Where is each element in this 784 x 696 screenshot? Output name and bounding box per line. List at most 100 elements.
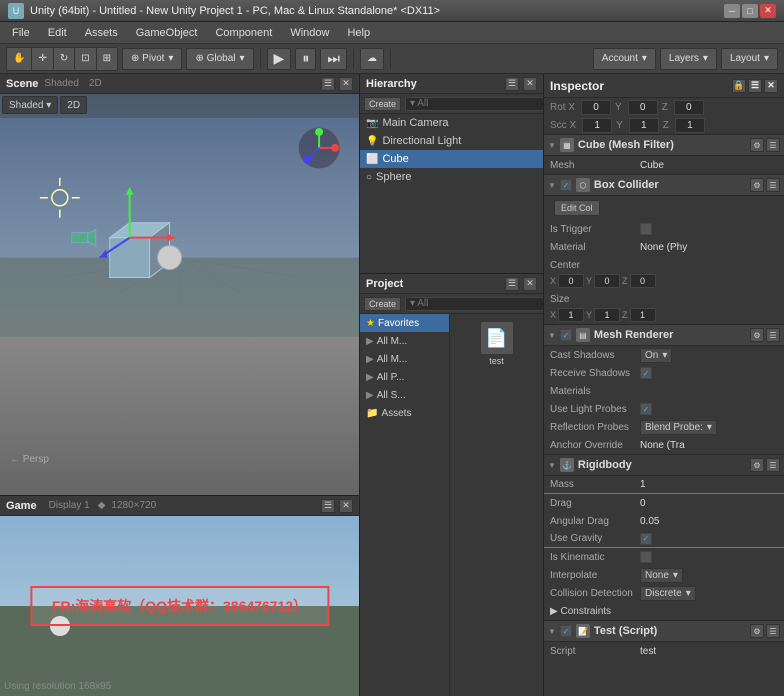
scene-2d[interactable]: 2D <box>89 78 102 89</box>
project-folder-all-scripts[interactable]: ▶ All S... <box>360 386 449 404</box>
box-collider-header[interactable]: ▼ ✓ ⬡ Box Collider ⚙ ☰ <box>544 174 784 196</box>
scc-x-value[interactable]: 1 <box>582 118 612 133</box>
account-dropdown[interactable]: Account ▾ <box>593 48 656 70</box>
inspector-menu-button[interactable]: ☰ <box>748 79 762 93</box>
hierarchy-item-directional-light[interactable]: 💡 Directional Light <box>360 132 543 150</box>
project-folder-all-materials[interactable]: ▶ All M... <box>360 332 449 350</box>
inspector-lock-button[interactable]: 🔒 <box>732 79 746 93</box>
edit-collider-button[interactable]: Edit Col <box>554 200 600 216</box>
game-menu-button[interactable]: ☰ <box>321 499 335 513</box>
project-create-button[interactable]: Create <box>364 297 401 311</box>
shaded-btn[interactable]: Shaded ▾ <box>2 96 58 114</box>
hierarchy-item-main-camera[interactable]: 📷 Main Camera <box>360 114 543 132</box>
game-close-button[interactable]: ✕ <box>339 499 353 513</box>
scale-tool[interactable]: ⊡ <box>75 48 96 70</box>
mesh-renderer-enabled-checkbox[interactable]: ✓ <box>560 329 572 341</box>
maximize-button[interactable]: □ <box>742 4 758 18</box>
mesh-renderer-menu-icon[interactable]: ☰ <box>766 328 780 342</box>
scc-z-value[interactable]: 1 <box>675 118 705 133</box>
test-script-settings-icon[interactable]: ⚙ <box>750 624 764 638</box>
hand-tool[interactable]: ✋ <box>7 48 32 70</box>
favorites-header[interactable]: ★ Favorites <box>360 314 449 332</box>
test-script-header[interactable]: ▼ ✓ 📝 Test (Script) ⚙ ☰ <box>544 620 784 642</box>
hierarchy-item-sphere[interactable]: ○ Sphere <box>360 168 543 186</box>
cast-shadows-dropdown[interactable]: On ▾ <box>640 348 672 363</box>
box-collider-settings-icon[interactable]: ⚙ <box>750 178 764 192</box>
rot-z-value[interactable]: 0 <box>674 100 704 115</box>
game-resolution[interactable]: 1280×720 <box>111 500 156 511</box>
box-collider-enabled-checkbox[interactable]: ✓ <box>560 179 572 191</box>
menu-assets[interactable]: Assets <box>77 25 126 41</box>
center-x-value[interactable]: 0 <box>558 274 584 288</box>
inspector-close-button[interactable]: ✕ <box>764 79 778 93</box>
use-gravity-checkbox[interactable]: ✓ <box>640 533 652 545</box>
pause-button[interactable]: ⏸ <box>295 48 316 70</box>
box-collider-menu-icon[interactable]: ☰ <box>766 178 780 192</box>
use-light-probes-checkbox[interactable]: ✓ <box>640 403 652 415</box>
size-x-value[interactable]: 1 <box>558 308 584 322</box>
collision-detection-dropdown[interactable]: Discrete ▾ <box>640 586 696 601</box>
play-button[interactable]: ▶ <box>267 48 292 70</box>
menu-edit[interactable]: Edit <box>40 25 75 41</box>
menu-help[interactable]: Help <box>339 25 378 41</box>
scene-close-button[interactable]: ✕ <box>339 77 353 91</box>
is-trigger-checkbox[interactable] <box>640 223 652 235</box>
project-close-button[interactable]: ✕ <box>523 277 537 291</box>
size-z-value[interactable]: 1 <box>630 308 656 322</box>
layers-dropdown[interactable]: Layers ▾ <box>660 48 717 70</box>
mesh-filter-menu-icon[interactable]: ☰ <box>766 138 780 152</box>
rigidbody-header[interactable]: ▼ ⚓ Rigidbody ⚙ ☰ <box>544 454 784 476</box>
hierarchy-item-cube[interactable]: ⬜ Cube <box>360 150 543 168</box>
hierarchy-search[interactable] <box>405 97 543 111</box>
scene-menu-button[interactable]: ☰ <box>321 77 335 91</box>
mesh-renderer-settings-icon[interactable]: ⚙ <box>750 328 764 342</box>
rigidbody-menu-icon[interactable]: ☰ <box>766 458 780 472</box>
project-folder-assets[interactable]: 📁 Assets <box>360 404 449 422</box>
is-kinematic-checkbox[interactable] <box>640 551 652 563</box>
rotate-tool[interactable]: ↻ <box>54 48 75 70</box>
mass-value[interactable]: 1 <box>640 479 778 490</box>
test-script-menu-icon[interactable]: ☰ <box>766 624 780 638</box>
menu-gameobject[interactable]: GameObject <box>128 25 206 41</box>
drag-value[interactable]: 0 <box>640 498 778 509</box>
center-y-value[interactable]: 0 <box>594 274 620 288</box>
game-display[interactable]: Display 1 <box>49 500 90 511</box>
scene-canvas[interactable]: Shaded ▾ 2D <box>0 94 359 495</box>
close-button[interactable]: ✕ <box>760 4 776 18</box>
receive-shadows-checkbox[interactable]: ✓ <box>640 367 652 379</box>
menu-file[interactable]: File <box>4 25 38 41</box>
rot-y-value[interactable]: 0 <box>628 100 658 115</box>
rigidbody-settings-icon[interactable]: ⚙ <box>750 458 764 472</box>
mesh-filter-header[interactable]: ▼ ▦ Cube (Mesh Filter) ⚙ ☰ <box>544 134 784 156</box>
test-script-enabled-checkbox[interactable]: ✓ <box>560 625 572 637</box>
scc-y-value[interactable]: 1 <box>629 118 659 133</box>
angular-drag-value[interactable]: 0.05 <box>640 516 778 527</box>
project-folder-all-prefabs[interactable]: ▶ All P... <box>360 368 449 386</box>
global-dropdown[interactable]: ⊕ Global ▾ <box>186 48 253 70</box>
interpolate-dropdown[interactable]: None ▾ <box>640 568 683 583</box>
asset-test[interactable]: 📄 test <box>454 318 539 370</box>
hierarchy-menu-button[interactable]: ☰ <box>505 77 519 91</box>
menu-window[interactable]: Window <box>282 25 337 41</box>
hierarchy-create-button[interactable]: Create <box>364 97 401 111</box>
rect-tool[interactable]: ⊞ <box>97 48 117 70</box>
mesh-filter-settings-icon[interactable]: ⚙ <box>750 138 764 152</box>
game-canvas[interactable]: FR:海涛高软（QQ技术群：386476712） <box>0 516 359 696</box>
pivot-dropdown[interactable]: ⊕ Pivot ▾ <box>122 48 182 70</box>
rot-x-value[interactable]: 0 <box>581 100 611 115</box>
minimize-button[interactable]: ─ <box>724 4 740 18</box>
project-menu-button[interactable]: ☰ <box>505 277 519 291</box>
cloud-button[interactable]: ☁ <box>360 48 384 70</box>
move-tool[interactable]: ✛ <box>32 48 53 70</box>
size-y-value[interactable]: 1 <box>594 308 620 322</box>
step-button[interactable]: ⏭ <box>320 48 347 70</box>
project-search[interactable] <box>405 297 543 311</box>
center-z-value[interactable]: 0 <box>630 274 656 288</box>
constraints-row[interactable]: ▶ Constraints <box>544 602 784 620</box>
project-folder-all-models[interactable]: ▶ All M... <box>360 350 449 368</box>
2d-btn[interactable]: 2D <box>60 96 87 114</box>
mesh-renderer-header[interactable]: ▼ ✓ ▤ Mesh Renderer ⚙ ☰ <box>544 324 784 346</box>
layout-dropdown[interactable]: Layout ▾ <box>721 48 778 70</box>
reflection-probes-dropdown[interactable]: Blend Probe: ▾ <box>640 420 717 435</box>
hierarchy-close-button[interactable]: ✕ <box>523 77 537 91</box>
